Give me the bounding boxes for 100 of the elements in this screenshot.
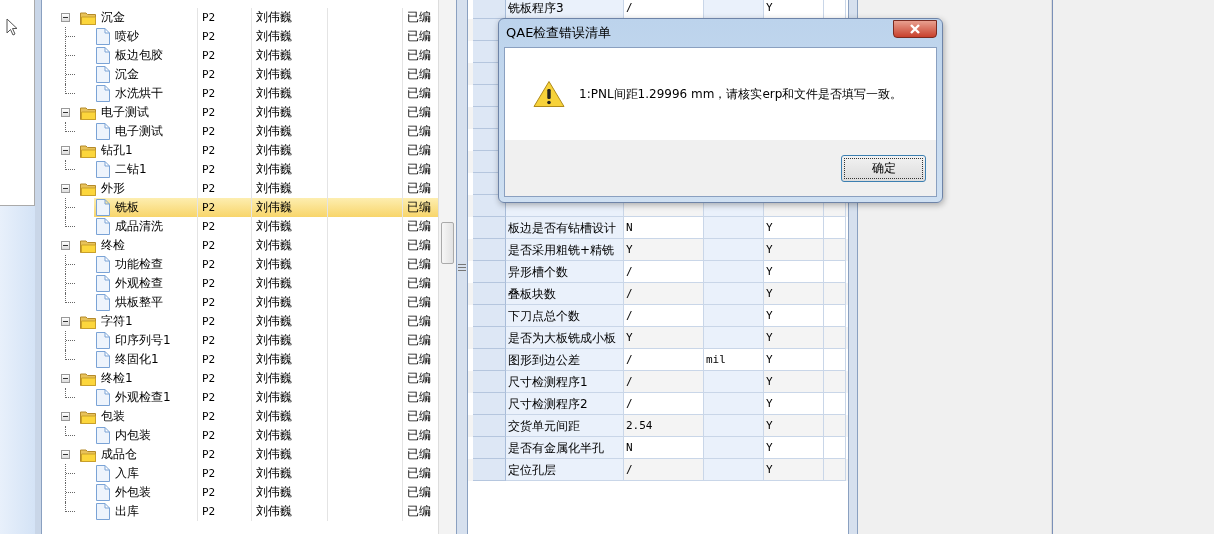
tree-row[interactable]: 铣板 [94, 198, 197, 217]
document-icon [96, 275, 110, 292]
table-cell [704, 305, 764, 327]
splitter-bar[interactable] [35, 0, 42, 534]
tree-label: 成品清洗 [115, 218, 163, 235]
tree-label: 终固化1 [115, 351, 159, 368]
splitter-grip-icon[interactable] [458, 263, 466, 271]
tree-row[interactable]: 印序列号1 [94, 331, 197, 350]
collapse-toggle-icon[interactable] [61, 374, 70, 383]
document-icon [96, 161, 110, 178]
document-icon [96, 503, 110, 520]
row-header[interactable] [473, 371, 506, 393]
row-header[interactable] [473, 217, 506, 239]
collapse-toggle-icon[interactable] [61, 146, 70, 155]
row-header[interactable] [473, 195, 506, 217]
ok-button[interactable]: 确定 [841, 154, 926, 182]
table-cell: P2 [197, 464, 251, 483]
cursor-icon [6, 18, 18, 36]
tree-row[interactable]: 板边包胶 [94, 46, 197, 65]
row-header[interactable] [473, 239, 506, 261]
document-icon [96, 47, 110, 64]
document-icon [96, 484, 110, 501]
close-button[interactable] [893, 20, 937, 38]
table-cell: P2 [197, 217, 251, 236]
tree-row[interactable]: 成品清洗 [94, 217, 197, 236]
tree-row[interactable]: 外包装 [94, 483, 197, 502]
table-cell: P2 [197, 84, 251, 103]
tree-row[interactable]: 喷砂 [94, 27, 197, 46]
tree-row[interactable]: 沉金 [94, 65, 197, 84]
row-header[interactable] [473, 459, 506, 481]
table-cell [704, 217, 764, 239]
tree-row[interactable]: 内包装 [94, 426, 197, 445]
tree-row[interactable]: 外观检查1 [94, 388, 197, 407]
table-cell: 刘伟巍 [251, 255, 327, 274]
tree-row[interactable]: 功能检查 [94, 255, 197, 274]
collapse-toggle-icon[interactable] [61, 450, 70, 459]
table-cell: 刘伟巍 [251, 407, 327, 426]
tree-label: 包装 [101, 408, 125, 425]
collapse-toggle-icon[interactable] [61, 317, 70, 326]
collapse-toggle-icon[interactable] [61, 241, 70, 250]
folder-icon [80, 409, 96, 424]
table-cell: 刘伟巍 [251, 84, 327, 103]
tree-label: 内包装 [115, 427, 151, 444]
tree-line [65, 122, 75, 132]
table-cell: P2 [197, 369, 251, 388]
table-cell [704, 261, 764, 283]
table-cell: P2 [197, 312, 251, 331]
table-cell: 刘伟巍 [251, 274, 327, 293]
table-cell: 板边是否有钻槽设计 [506, 217, 624, 239]
tree-label: 铣板 [115, 199, 139, 216]
tree-row[interactable]: 终检1 [78, 369, 197, 388]
table-cell: P2 [197, 46, 251, 65]
tree-row[interactable]: 包装 [78, 407, 197, 426]
collapse-toggle-icon[interactable] [61, 412, 70, 421]
tree-row[interactable]: 二钻1 [94, 160, 197, 179]
tree-label: 外包装 [115, 484, 151, 501]
table-cell: 刘伟巍 [251, 46, 327, 65]
tree-line [65, 46, 75, 65]
table-cell: 刘伟巍 [251, 350, 327, 369]
tree-label: 外形 [101, 180, 125, 197]
tree-label: 电子测试 [101, 104, 149, 121]
table-cell: P2 [197, 103, 251, 122]
table-cell: 尺寸检测程序2 [506, 393, 624, 415]
tree-label: 出库 [115, 503, 139, 520]
collapse-toggle-icon[interactable] [61, 108, 70, 117]
splitter-bar[interactable] [456, 0, 468, 534]
tree-row[interactable]: 字符1 [78, 312, 197, 331]
tree-row[interactable]: 终检 [78, 236, 197, 255]
row-header[interactable] [473, 283, 506, 305]
table-cell: 刘伟巍 [251, 236, 327, 255]
tree-row[interactable]: 成品仓 [78, 445, 197, 464]
tree-label: 印序列号1 [115, 332, 171, 349]
tree-row[interactable]: 沉金 [78, 8, 197, 27]
tree-row[interactable]: 终固化1 [94, 350, 197, 369]
tree-row[interactable]: 外观检查 [94, 274, 197, 293]
tree-label: 成品仓 [101, 446, 137, 463]
tree-row[interactable]: 外形 [78, 179, 197, 198]
row-header[interactable] [473, 305, 506, 327]
collapse-toggle-icon[interactable] [61, 13, 70, 22]
table-cell: 刘伟巍 [251, 198, 327, 217]
tree-row[interactable]: 入库 [94, 464, 197, 483]
document-icon [96, 332, 110, 349]
row-header[interactable] [473, 415, 506, 437]
tree-row[interactable]: 水洗烘干 [94, 84, 197, 103]
tree-row[interactable]: 烘板整平 [94, 293, 197, 312]
scrollbar-thumb[interactable] [441, 222, 454, 264]
tree-line [65, 426, 75, 436]
tree-row[interactable]: 电子测试 [94, 122, 197, 141]
tree-row[interactable]: 出库 [94, 502, 197, 521]
collapse-toggle-icon[interactable] [61, 184, 70, 193]
row-header[interactable] [473, 327, 506, 349]
tree-row[interactable]: 钻孔1 [78, 141, 197, 160]
tree-row[interactable]: 电子测试 [78, 103, 197, 122]
row-header[interactable] [473, 349, 506, 371]
row-header[interactable] [473, 261, 506, 283]
table-cell: P2 [197, 65, 251, 84]
row-header[interactable] [473, 393, 506, 415]
close-icon [909, 24, 921, 34]
row-header[interactable] [473, 0, 506, 19]
row-header[interactable] [473, 437, 506, 459]
